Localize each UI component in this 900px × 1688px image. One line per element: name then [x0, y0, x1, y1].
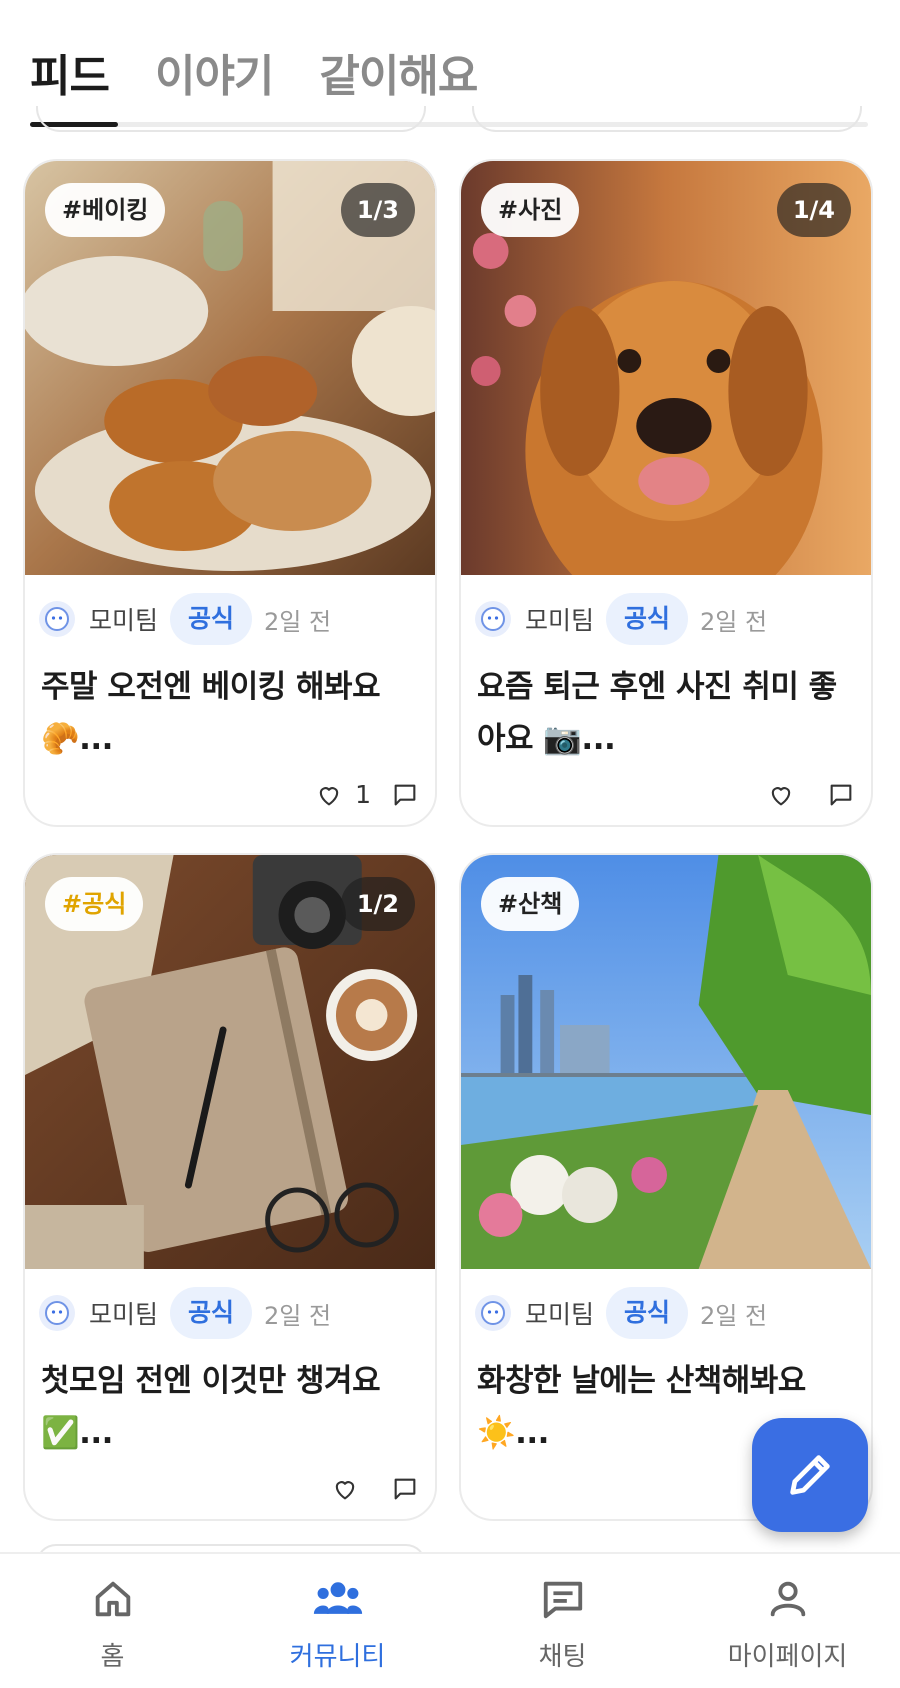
previous-card-edge — [36, 106, 426, 132]
post-time: 2일 전 — [264, 1301, 332, 1330]
post-card[interactable]: #공식 1/2 모미팀 공식 2일 전 첫모임 전엔 이것만 챙겨요 ✅... — [23, 853, 437, 1521]
community-icon — [313, 1582, 362, 1614]
official-badge: 공식 — [606, 1287, 689, 1339]
author-name[interactable]: 모미팀 — [525, 1295, 594, 1331]
post-actions — [767, 781, 855, 809]
author-name[interactable]: 모미팀 — [525, 601, 594, 637]
post-meta: 모미팀 공식 2일 전 — [39, 1287, 331, 1339]
official-badge: 공식 — [606, 593, 689, 645]
post-card[interactable]: #사진 1/4 모미팀 공식 2일 전 요즘 퇴근 후엔 사진 취미 좋아요 📷… — [459, 159, 873, 827]
nav-chat-label: 채팅 — [538, 1642, 587, 1672]
tab-feed[interactable]: 피드 — [30, 40, 110, 104]
bottom-navigation: 홈 커뮤니티 채팅 마이페이지 — [0, 1552, 900, 1688]
official-badge: 공식 — [170, 593, 253, 645]
post-title[interactable]: 첫모임 전엔 이것만 챙겨요 ✅... — [41, 1355, 419, 1459]
image-counter: 1/2 — [340, 877, 415, 931]
hashtag-chip[interactable]: #베이킹 — [45, 183, 166, 237]
nav-home[interactable]: 홈 — [0, 1554, 225, 1688]
chat-icon — [543, 1581, 582, 1619]
post-title[interactable]: 요즘 퇴근 후엔 사진 취미 좋아요 📷... — [477, 661, 855, 765]
tab-together[interactable]: 같이해요 — [319, 40, 478, 104]
riverside-photo[interactable]: #산책 — [461, 855, 871, 1269]
croissant-photo[interactable]: #베이킹 1/3 — [25, 161, 435, 575]
post-meta: 모미팀 공식 2일 전 — [475, 1287, 767, 1339]
like-count: 1 — [355, 780, 371, 809]
image-counter: 1/4 — [776, 183, 851, 237]
home-icon — [95, 1581, 130, 1617]
post-title[interactable]: 주말 오전엔 베이킹 해봐요 🥐... — [41, 661, 419, 765]
post-card[interactable]: #베이킹 1/3 모미팀 공식 2일 전 주말 오전엔 베이킹 해봐요 🥐...… — [23, 159, 437, 827]
hashtag-chip[interactable]: #공식 — [45, 877, 144, 931]
tab-stories[interactable]: 이야기 — [155, 40, 274, 104]
comment-icon[interactable] — [391, 1475, 419, 1503]
nav-community-label: 커뮤니티 — [289, 1642, 386, 1672]
post-meta: 모미팀 공식 2일 전 — [39, 593, 331, 645]
nav-mypage[interactable]: 마이페이지 — [675, 1554, 900, 1688]
nav-chat[interactable]: 채팅 — [450, 1554, 675, 1688]
post-time: 2일 전 — [700, 1301, 768, 1330]
comment-icon[interactable] — [391, 781, 419, 809]
post-meta: 모미팀 공식 2일 전 — [475, 593, 767, 645]
notebook-photo[interactable]: #공식 1/2 — [25, 855, 435, 1269]
person-icon — [770, 1581, 805, 1617]
avatar[interactable] — [475, 1295, 511, 1331]
hashtag-chip[interactable]: #사진 — [481, 183, 580, 237]
hashtag-chip[interactable]: #산책 — [481, 877, 580, 931]
pencil-icon — [790, 1455, 830, 1495]
avatar[interactable] — [475, 601, 511, 637]
heart-icon[interactable] — [767, 781, 795, 809]
nav-mypage-label: 마이페이지 — [727, 1642, 848, 1672]
tab-bar: 피드 이야기 같이해요 — [30, 40, 478, 104]
nav-community[interactable]: 커뮤니티 — [225, 1554, 450, 1688]
post-time: 2일 전 — [700, 607, 768, 636]
heart-icon[interactable] — [315, 781, 343, 809]
avatar[interactable] — [39, 1295, 75, 1331]
author-name[interactable]: 모미팀 — [89, 601, 158, 637]
previous-card-edge — [472, 106, 862, 132]
post-actions — [331, 1475, 419, 1503]
nav-home-label: 홈 — [100, 1642, 125, 1672]
heart-icon[interactable] — [331, 1475, 359, 1503]
dog-photo[interactable]: #사진 1/4 — [461, 161, 871, 575]
write-post-button[interactable] — [752, 1418, 868, 1532]
avatar[interactable] — [39, 601, 75, 637]
post-time: 2일 전 — [264, 607, 332, 636]
image-counter: 1/3 — [340, 183, 415, 237]
comment-icon[interactable] — [827, 781, 855, 809]
author-name[interactable]: 모미팀 — [89, 1295, 158, 1331]
official-badge: 공식 — [170, 1287, 253, 1339]
post-actions: 1 — [315, 780, 419, 809]
